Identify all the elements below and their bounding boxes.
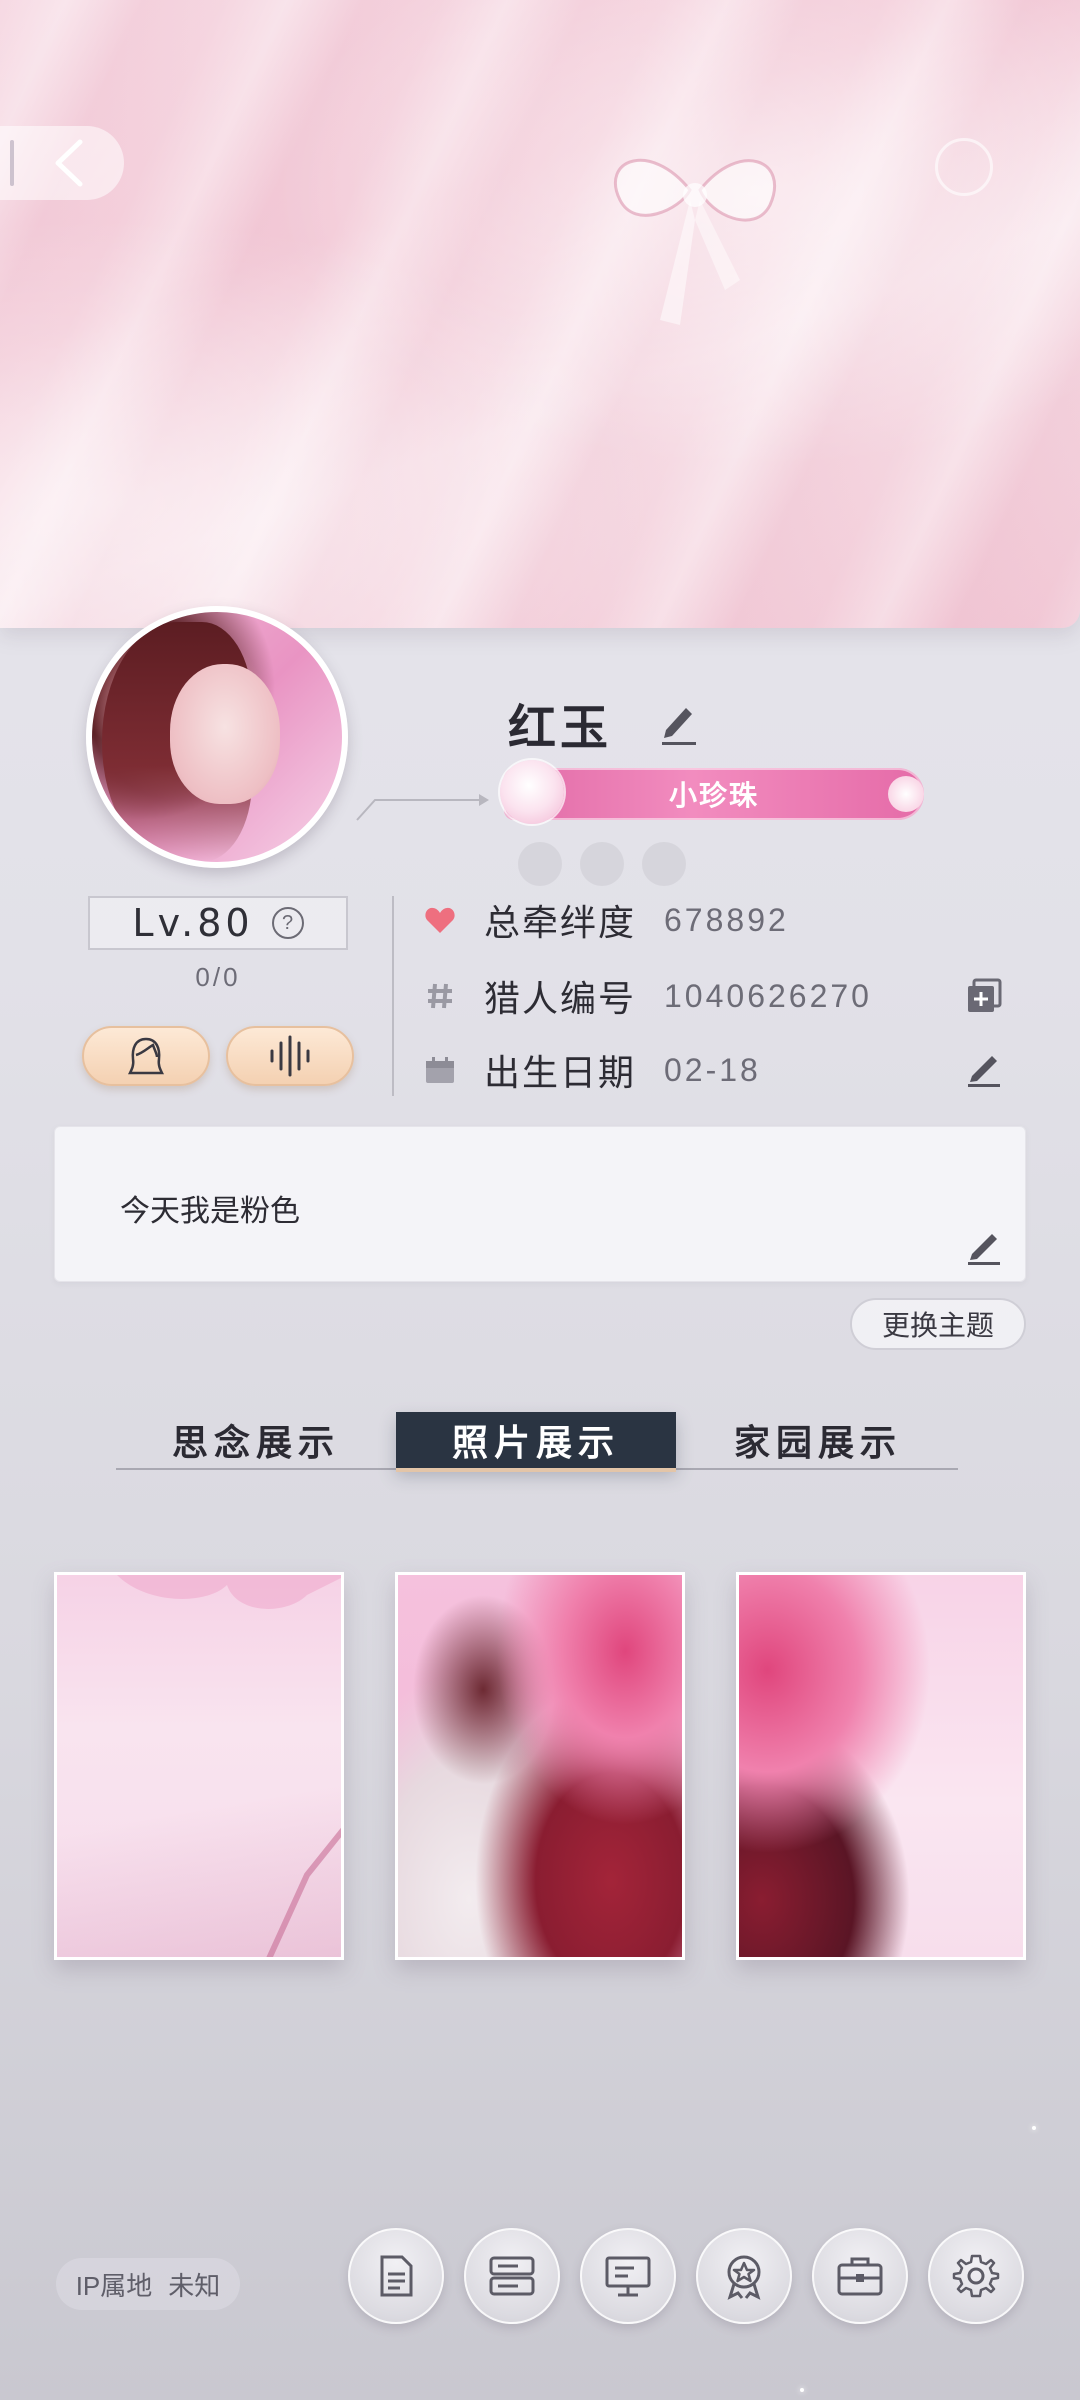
hunter-id-value: 1040626270 [664,977,872,1014]
avatar[interactable] [86,606,348,868]
card-list-button[interactable] [464,2228,560,2324]
change-theme-button[interactable]: 更换主题 [850,1298,1026,1350]
ip-label: IP属地 [75,2270,153,2301]
info-row-bond: 总牵绊度 678892 [420,890,789,950]
birthday-label: 出生日期 [484,1053,637,1094]
photo-card[interactable] [395,1572,685,1960]
signature-text: 今天我是粉色 [120,1195,300,1228]
bow-decoration [613,159,777,325]
briefcase-button[interactable] [812,2228,908,2324]
photo-frame-ornament [117,1575,341,1957]
bond-value: 678892 [664,901,789,938]
heart-icon [420,900,460,940]
badge-connector [356,794,489,821]
ip-value: 未知 [168,2270,221,2301]
tab-home[interactable]: 家园展示 [678,1412,958,1468]
card-list-icon [489,2256,535,2296]
bond-label: 总牵绊度 [484,903,637,944]
level-progress: 0/0 [195,962,241,992]
document-icon [380,2255,413,2297]
calendar-icon [420,1050,460,1090]
title-badge[interactable]: 小珍珠 [504,768,924,820]
badge-slot[interactable] [642,842,686,886]
medal-button[interactable] [696,2228,792,2324]
hash-icon [420,976,460,1016]
badge-emblem-icon [500,760,564,824]
portrait-icon [127,1037,165,1075]
voice-button[interactable] [226,1026,354,1086]
gear-icon [952,2254,1000,2298]
badge-end-icon [888,776,924,812]
banner-ornament-icon [935,138,993,196]
info-row-birthday: 出生日期 02-18 [420,1040,761,1100]
sparkle-decoration [1032,2126,1036,2130]
voice-wave-icon [270,1035,310,1077]
back-button-bar [10,140,14,186]
hunter-id-label: 猎人编号 [484,979,637,1020]
briefcase-icon [837,2257,883,2296]
tab-memories[interactable]: 思念展示 [116,1412,396,1468]
document-button[interactable] [348,2228,444,2324]
birthday-value: 02-18 [664,1051,761,1088]
title-badge-label: 小珍珠 [668,779,759,812]
monitor-icon [605,2256,651,2297]
tab-active-indicator [396,1468,676,1472]
badge-slot[interactable] [518,842,562,886]
edit-signature-icon[interactable] [964,1226,1004,1266]
avatar-frame-button[interactable] [82,1026,210,1086]
badge-slot[interactable] [580,842,624,886]
monitor-button[interactable] [580,2228,676,2324]
level-box: Lv.80 ? [88,896,348,950]
edit-name-icon[interactable] [658,700,698,746]
help-icon[interactable]: ? [271,907,304,939]
settings-button[interactable] [928,2228,1024,2324]
chevron-left-icon [55,139,83,187]
avatar-face [170,664,280,804]
level-text: Lv.80 [132,901,254,945]
info-divider [392,896,394,1096]
copy-icon[interactable] [964,976,1004,1016]
sparkle-decoration [800,2388,804,2392]
photo-card[interactable] [736,1572,1026,1960]
medal-icon [727,2255,761,2300]
back-button[interactable] [0,126,124,200]
edit-birthday-icon[interactable] [964,1048,1004,1088]
user-name: 红玉 [508,700,613,756]
info-row-hunter-id: 猎人编号 1040626270 [420,966,872,1026]
photo-card[interactable] [54,1572,344,1960]
ip-location-tag: IP属地 未知 [56,2258,240,2310]
profile-banner [0,0,1080,628]
tab-photos[interactable]: 照片展示 [396,1412,676,1468]
badge-slots [518,842,686,886]
